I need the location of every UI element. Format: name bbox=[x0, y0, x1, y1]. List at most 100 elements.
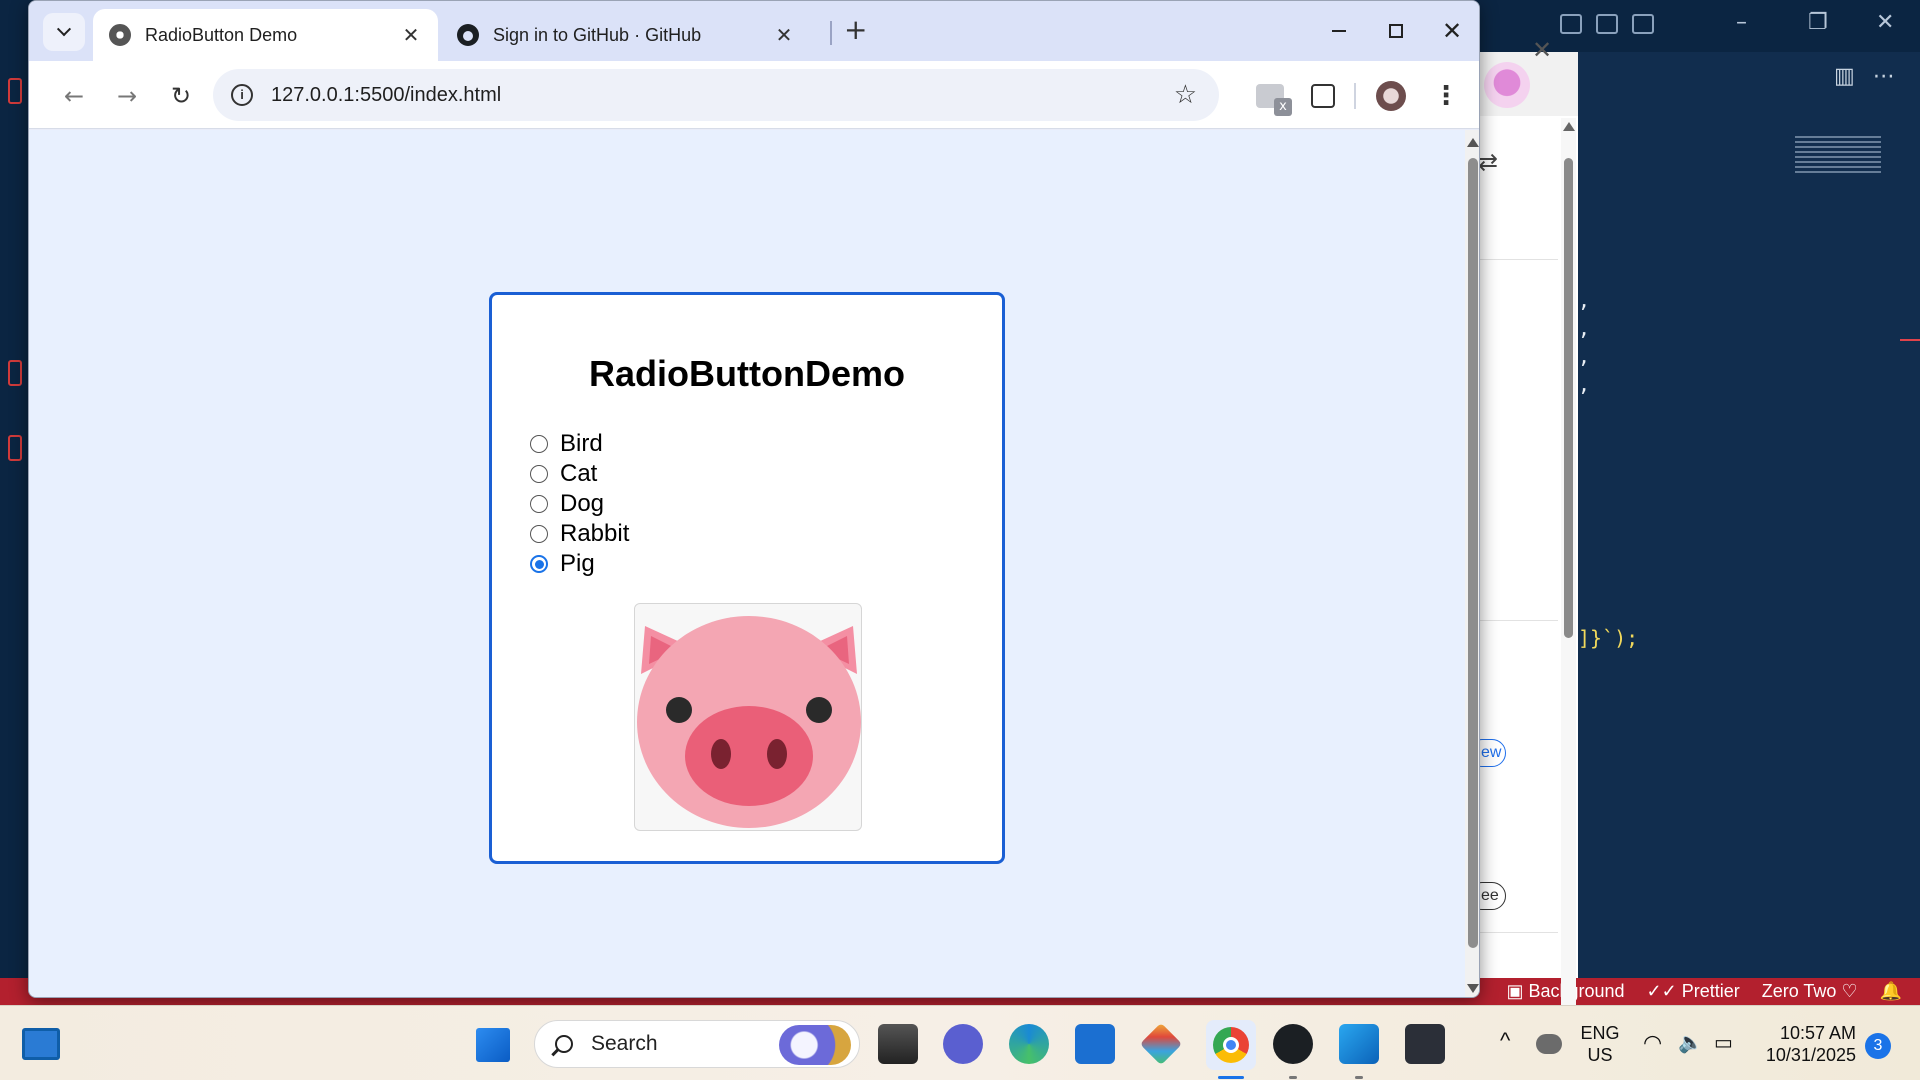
halloween-search-highlight-icon bbox=[779, 1025, 851, 1065]
tab-strip: RadioButton Demo ✕ Sign in to GitHub · G… bbox=[29, 1, 1479, 61]
wifi-icon[interactable]: ◠ bbox=[1643, 1032, 1662, 1054]
maximize-button[interactable] bbox=[1368, 11, 1424, 51]
new-tab-button[interactable]: + bbox=[844, 13, 867, 46]
page-title: RadioButtonDemo bbox=[589, 353, 905, 394]
swap-icon[interactable]: ⇄ bbox=[1478, 148, 1498, 176]
show-hidden-icons-chevron-icon[interactable]: ^ bbox=[1500, 1030, 1510, 1052]
edge-icon[interactable] bbox=[1009, 1024, 1049, 1064]
windows-start-icon[interactable] bbox=[476, 1028, 510, 1062]
radio-button[interactable] bbox=[530, 465, 548, 483]
menu-kebab-icon[interactable]: ⋮ bbox=[1427, 77, 1465, 115]
radio-label: Bird bbox=[560, 430, 603, 457]
code-line: , bbox=[1578, 372, 1591, 396]
explorer-icon[interactable] bbox=[8, 78, 22, 104]
site-info-icon[interactable]: i bbox=[231, 84, 253, 106]
code-line: , bbox=[1578, 316, 1591, 340]
minimize-button[interactable] bbox=[1311, 11, 1367, 51]
scroll-up-icon[interactable] bbox=[1467, 138, 1479, 147]
radio-demo-card: RadioButtonDemo Bird Cat Dog Rabbit Pig bbox=[489, 292, 1005, 864]
vscode-minimize-icon[interactable]: – bbox=[1736, 10, 1747, 35]
radio-label: Rabbit bbox=[560, 520, 630, 547]
bell-icon[interactable]: 🔔 bbox=[1880, 981, 1902, 1002]
close-icon[interactable]: ✕ bbox=[394, 23, 428, 47]
taskbar: Search ^ ENG US ◠ 🔈 ▭ 10:57 AM 10/31/202… bbox=[0, 1005, 1920, 1080]
radio-option-bird[interactable]: Bird bbox=[530, 429, 629, 459]
search-placeholder: Search bbox=[591, 1032, 658, 1055]
tab-title: Sign in to GitHub · GitHub bbox=[493, 24, 702, 45]
status-prettier[interactable]: ✓✓ Prettier bbox=[1647, 981, 1740, 1002]
radio-button[interactable] bbox=[530, 495, 548, 513]
radio-option-pig[interactable]: Pig bbox=[530, 549, 629, 579]
code-line: , bbox=[1578, 288, 1591, 312]
vscode-icon[interactable] bbox=[1339, 1024, 1379, 1064]
side-panel-scrollbar[interactable] bbox=[1561, 118, 1576, 1028]
radio-option-cat[interactable]: Cat bbox=[530, 459, 629, 489]
github-desktop-icon[interactable] bbox=[1273, 1024, 1313, 1064]
puzzle-icon bbox=[1311, 84, 1335, 108]
clock[interactable]: 10:57 AM 10/31/2025 bbox=[1754, 1022, 1856, 1066]
toolbar-divider bbox=[1354, 83, 1356, 109]
widgets-icon[interactable] bbox=[22, 1028, 60, 1060]
vscode-close-icon[interactable]: ✕ bbox=[1876, 10, 1894, 35]
radio-button[interactable] bbox=[530, 525, 548, 543]
toggle-panel-icon[interactable] bbox=[1596, 14, 1618, 34]
side-panel: ✕ ⇄ ew ee bbox=[1468, 36, 1578, 1028]
app-diamond-icon[interactable] bbox=[1139, 1022, 1183, 1066]
pig-face-icon bbox=[637, 616, 861, 828]
language-indicator[interactable]: ENG US bbox=[1574, 1022, 1626, 1066]
url-text[interactable]: 127.0.0.1:5500/index.html bbox=[271, 84, 1174, 107]
address-bar[interactable]: i 127.0.0.1:5500/index.html ☆ bbox=[213, 69, 1219, 121]
scroll-up-icon[interactable] bbox=[1563, 122, 1575, 131]
status-theme[interactable]: Zero Two ♡ bbox=[1762, 981, 1858, 1002]
chrome-taskbar-button[interactable] bbox=[1206, 1020, 1256, 1070]
volume-icon[interactable]: 🔈 bbox=[1678, 1032, 1703, 1054]
task-view-icon[interactable] bbox=[878, 1024, 918, 1064]
minimize-icon bbox=[1332, 30, 1346, 32]
vscode-restore-icon[interactable]: ❐ bbox=[1808, 10, 1828, 35]
avatar[interactable] bbox=[1484, 62, 1530, 108]
chevron-down-icon bbox=[56, 22, 72, 37]
scrollbar-thumb[interactable] bbox=[1564, 158, 1573, 638]
forward-button[interactable]: → bbox=[108, 77, 146, 115]
translate-button[interactable] bbox=[1251, 77, 1292, 116]
meet-icon[interactable] bbox=[943, 1024, 983, 1064]
globe-icon bbox=[109, 24, 131, 46]
tab-radiobutton-demo[interactable]: RadioButton Demo ✕ bbox=[93, 9, 438, 61]
minimap[interactable] bbox=[1795, 136, 1881, 174]
translate-icon bbox=[1256, 84, 1292, 116]
tab-title: RadioButton Demo bbox=[145, 24, 298, 45]
battery-icon[interactable]: ▭ bbox=[1714, 1032, 1733, 1054]
page-scrollbar[interactable] bbox=[1465, 130, 1479, 997]
radio-button-selected[interactable] bbox=[530, 555, 548, 573]
toggle-sidebar-icon[interactable] bbox=[1560, 14, 1582, 34]
bookmark-star-icon[interactable]: ☆ bbox=[1174, 80, 1197, 110]
close-window-button[interactable]: ✕ bbox=[1424, 11, 1479, 51]
profile-avatar bbox=[1376, 81, 1406, 111]
extensions-icon[interactable] bbox=[8, 435, 22, 461]
taskbar-search[interactable]: Search bbox=[534, 1020, 860, 1068]
toggle-secondary-sidebar-icon[interactable] bbox=[1632, 14, 1654, 34]
close-icon[interactable]: ✕ bbox=[1532, 36, 1552, 64]
tab-github-signin[interactable]: Sign in to GitHub · GitHub ✕ bbox=[441, 9, 811, 61]
radio-label: Dog bbox=[560, 490, 605, 517]
reload-button[interactable]: ↻ bbox=[162, 77, 200, 115]
region-code: US bbox=[1587, 1045, 1613, 1065]
radio-option-dog[interactable]: Dog bbox=[530, 489, 629, 519]
back-button[interactable]: ← bbox=[55, 77, 93, 115]
browser-toolbar: ← → ↻ i 127.0.0.1:5500/index.html ☆ ⋮ bbox=[29, 61, 1479, 129]
extensions-button[interactable] bbox=[1304, 77, 1342, 115]
scroll-down-icon[interactable] bbox=[1467, 984, 1479, 993]
store-icon[interactable] bbox=[1075, 1024, 1115, 1064]
radio-button[interactable] bbox=[530, 435, 548, 453]
scrollbar-thumb[interactable] bbox=[1468, 158, 1478, 948]
close-icon[interactable]: ✕ bbox=[767, 23, 801, 47]
profile-button[interactable] bbox=[1372, 77, 1410, 115]
more-actions-icon[interactable]: ⋯ bbox=[1873, 64, 1895, 89]
onedrive-icon[interactable] bbox=[1536, 1034, 1562, 1054]
split-editor-icon[interactable]: ▥ bbox=[1834, 64, 1855, 89]
tab-search-button[interactable] bbox=[43, 13, 85, 51]
terminal-icon[interactable] bbox=[1405, 1024, 1445, 1064]
radio-option-rabbit[interactable]: Rabbit bbox=[530, 519, 629, 549]
notification-badge[interactable]: 3 bbox=[1865, 1033, 1891, 1059]
source-control-icon[interactable] bbox=[8, 360, 22, 386]
